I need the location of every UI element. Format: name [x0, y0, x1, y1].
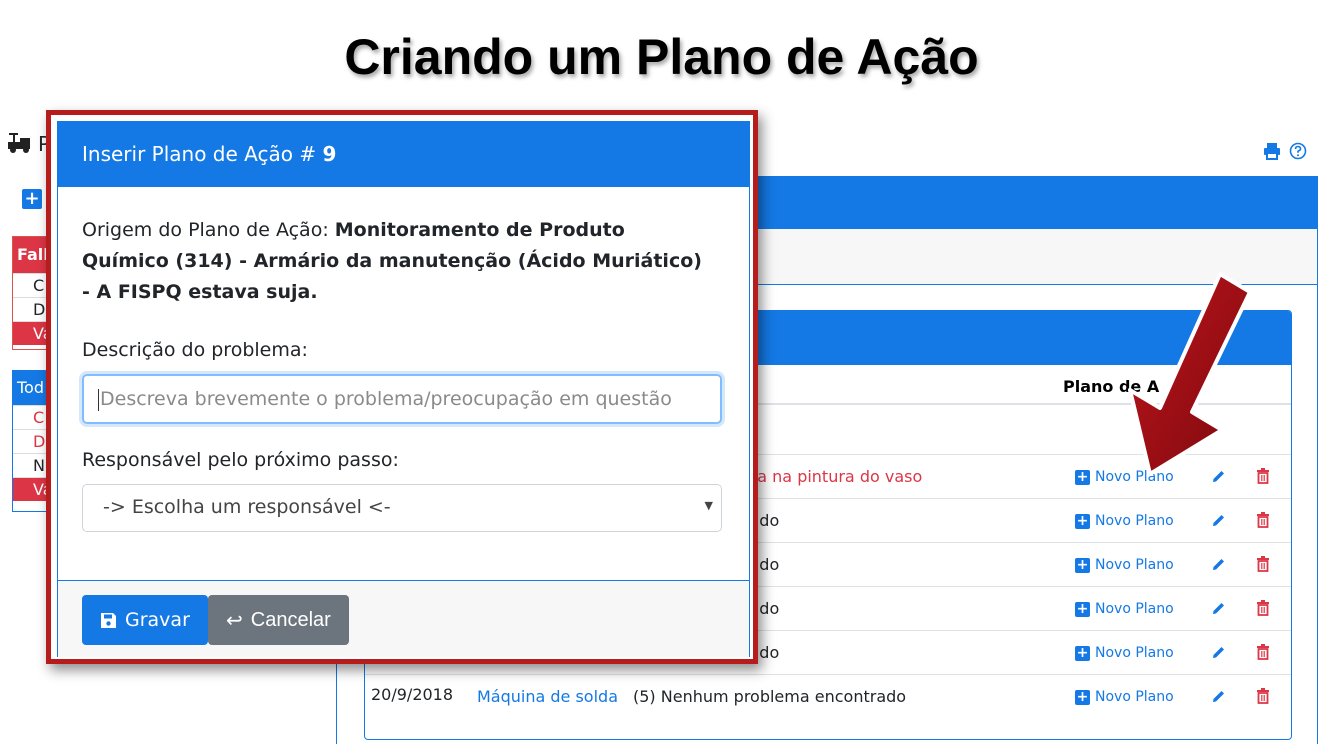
dropdown-arrow-icon: ▼ [704, 499, 713, 512]
text-caret [98, 388, 99, 411]
new-plan-link[interactable]: + Novo Plano [1075, 645, 1174, 661]
new-plan-label: Novo Plano [1095, 689, 1174, 705]
plus-icon: + [1075, 600, 1090, 617]
return-arrow-icon: ↩ [226, 609, 243, 632]
pencil-icon[interactable] [1211, 601, 1226, 616]
trash-icon[interactable] [1256, 512, 1270, 528]
pencil-icon[interactable] [1211, 513, 1226, 528]
trash-icon[interactable] [1256, 644, 1270, 660]
plus-icon: + [1075, 512, 1090, 529]
new-plan-label: Novo Plano [1095, 601, 1174, 617]
help-icon[interactable] [1289, 142, 1307, 160]
trash-icon[interactable] [1256, 556, 1270, 572]
add-button[interactable]: + [22, 189, 42, 209]
pencil-icon[interactable] [1211, 557, 1226, 572]
modal-footer: Gravar ↩ Cancelar [58, 581, 749, 657]
pencil-icon[interactable] [1211, 645, 1226, 660]
cancel-button-label: Cancelar [250, 608, 331, 631]
truck-icon [8, 133, 30, 153]
description-placeholder: Descreva brevemente o problema/preocupaç… [100, 388, 672, 410]
row-date: 20/9/2018 [371, 685, 454, 704]
new-plan-label: Novo Plano [1095, 557, 1174, 573]
modal-body: Origem do Plano de Ação: Monitoramento d… [58, 187, 749, 581]
row-equipment-link[interactable]: Máquina de solda [477, 687, 618, 706]
cancel-button[interactable]: ↩ Cancelar [208, 595, 349, 645]
responsible-label: Responsável pelo próximo passo: [82, 449, 399, 471]
modal-header: Inserir Plano de Ação # 9 [58, 122, 749, 187]
table-row: 20/9/2018 Máquina de solda (5) Nenhum prob… [365, 674, 1291, 718]
trash-icon[interactable] [1256, 600, 1270, 616]
responsible-select[interactable]: -> Escolha um responsável <- ▼ [82, 484, 722, 532]
print-icon[interactable] [1263, 142, 1281, 160]
modal-title: Inserir Plano de Ação # [82, 142, 323, 166]
new-plan-link[interactable]: + Novo Plano [1075, 601, 1174, 617]
description-label: Descrição do problema: [82, 339, 308, 361]
new-plan-link[interactable]: + Novo Plano [1075, 513, 1174, 529]
new-plan-link[interactable]: + Novo Plano [1075, 689, 1174, 705]
save-button[interactable]: Gravar [82, 595, 208, 645]
floppy-disk-icon [101, 612, 116, 628]
top-toolbar [1263, 142, 1307, 160]
pencil-icon[interactable] [1211, 689, 1226, 704]
description-input[interactable]: Descreva brevemente o problema/preocupaç… [82, 374, 722, 424]
row-description: (5) Nenhum problema encontrado [633, 687, 907, 706]
new-plan-link[interactable]: + Novo Plano [1075, 557, 1174, 573]
origin-label: Origem do Plano de Ação: [82, 219, 335, 241]
highlight-frame: Inserir Plano de Ação # 9 Origem do Plan… [46, 110, 758, 664]
trash-icon[interactable] [1256, 688, 1270, 704]
plus-icon: + [1075, 556, 1090, 573]
responsible-selected-value: -> Escolha um responsável <- [103, 496, 391, 518]
plus-icon: + [1075, 468, 1090, 485]
new-plan-label: Novo Plano [1095, 645, 1174, 661]
plus-icon: + [1075, 688, 1090, 705]
modal-plan-number: 9 [322, 142, 337, 166]
insert-plan-modal: Inserir Plano de Ação # 9 Origem do Plan… [57, 121, 750, 657]
save-button-label: Gravar [125, 609, 190, 631]
origin-text: Origem do Plano de Ação: Monitoramento d… [82, 215, 712, 308]
pointer-arrow-icon [1128, 272, 1252, 476]
slide-title: Criando um Plano de Ação [344, 29, 979, 85]
plus-icon: + [1075, 644, 1090, 661]
new-plan-label: Novo Plano [1095, 513, 1174, 529]
